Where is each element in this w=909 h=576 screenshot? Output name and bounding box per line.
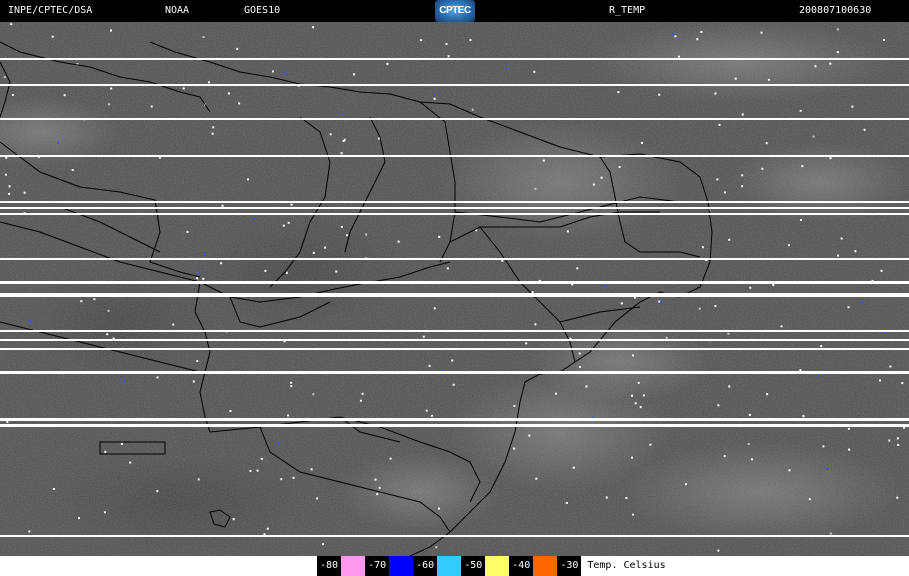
legend-label: -40 xyxy=(509,556,534,576)
image-grain xyxy=(0,22,909,556)
cptec-logo: CPTEC xyxy=(435,0,475,22)
timestamp-label: 200807100630 xyxy=(799,5,872,16)
legend-label: -30 xyxy=(557,556,582,576)
satellite-infrared-image xyxy=(0,22,909,556)
satellite-image-frame: INPE/CPTEC/DSA NOAA GOES10 CPTEC R_TEMP … xyxy=(0,0,909,576)
satellite-map xyxy=(0,22,909,556)
header-bar: INPE/CPTEC/DSA NOAA GOES10 CPTEC R_TEMP … xyxy=(0,0,909,22)
legend-swatch xyxy=(533,556,558,576)
legend-swatch xyxy=(341,556,366,576)
legend-swatch xyxy=(485,556,510,576)
legend-label: -80 xyxy=(317,556,342,576)
legend-swatch xyxy=(389,556,414,576)
legend-label: -60 xyxy=(413,556,438,576)
temperature-legend: -80 -70 -60 -50 -40 -30 Temp. Celsius xyxy=(0,556,909,576)
legend-swatch xyxy=(437,556,462,576)
satellite-label: GOES10 xyxy=(244,5,281,16)
legend-unit-label: Temp. Celsius xyxy=(587,560,666,571)
legend-label: -70 xyxy=(365,556,390,576)
legend-row: -80 -70 -60 -50 -40 -30 Temp. Celsius xyxy=(317,556,666,576)
source-label: INPE/CPTEC/DSA xyxy=(8,5,93,16)
product-label: R_TEMP xyxy=(609,5,646,16)
legend-label: -50 xyxy=(461,556,486,576)
agency-label: NOAA xyxy=(165,5,190,16)
